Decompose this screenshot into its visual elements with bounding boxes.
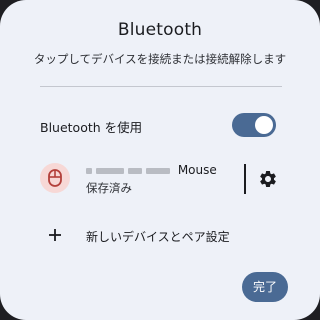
done-button[interactable]: 完了 <box>242 272 288 302</box>
pair-new-device-label: 新しいデバイスとペア設定 <box>86 230 230 244</box>
plus-icon <box>46 226 64 244</box>
switch-knob <box>255 116 273 134</box>
redacted-text <box>86 167 92 174</box>
pair-new-device-row[interactable]: 新しいデバイスとペア設定 <box>40 226 280 246</box>
dialog-subtitle: タップしてデバイスを接続または接続解除します <box>33 52 287 66</box>
device-name-label: Mouse <box>177 163 217 177</box>
divider <box>40 86 282 87</box>
dialog-title: Bluetooth <box>117 20 203 40</box>
gear-icon[interactable] <box>258 169 278 189</box>
bluetooth-toggle-label: Bluetooth を使用 <box>40 120 143 135</box>
redacted-text <box>146 167 170 174</box>
bluetooth-toggle-row[interactable]: Bluetooth を使用 <box>40 112 280 138</box>
vertical-separator <box>244 164 246 194</box>
paired-device-row[interactable]: Mouse 保存済み <box>40 160 280 198</box>
device-name: Mouse <box>86 163 217 177</box>
bluetooth-dialog: Bluetooth タップしてデバイスを接続または接続解除します Bluetoo… <box>0 0 320 320</box>
device-status: 保存済み <box>86 181 132 195</box>
redacted-text <box>96 167 124 174</box>
mouse-icon <box>40 163 70 193</box>
redacted-text <box>128 167 142 174</box>
bluetooth-switch[interactable] <box>232 113 276 137</box>
